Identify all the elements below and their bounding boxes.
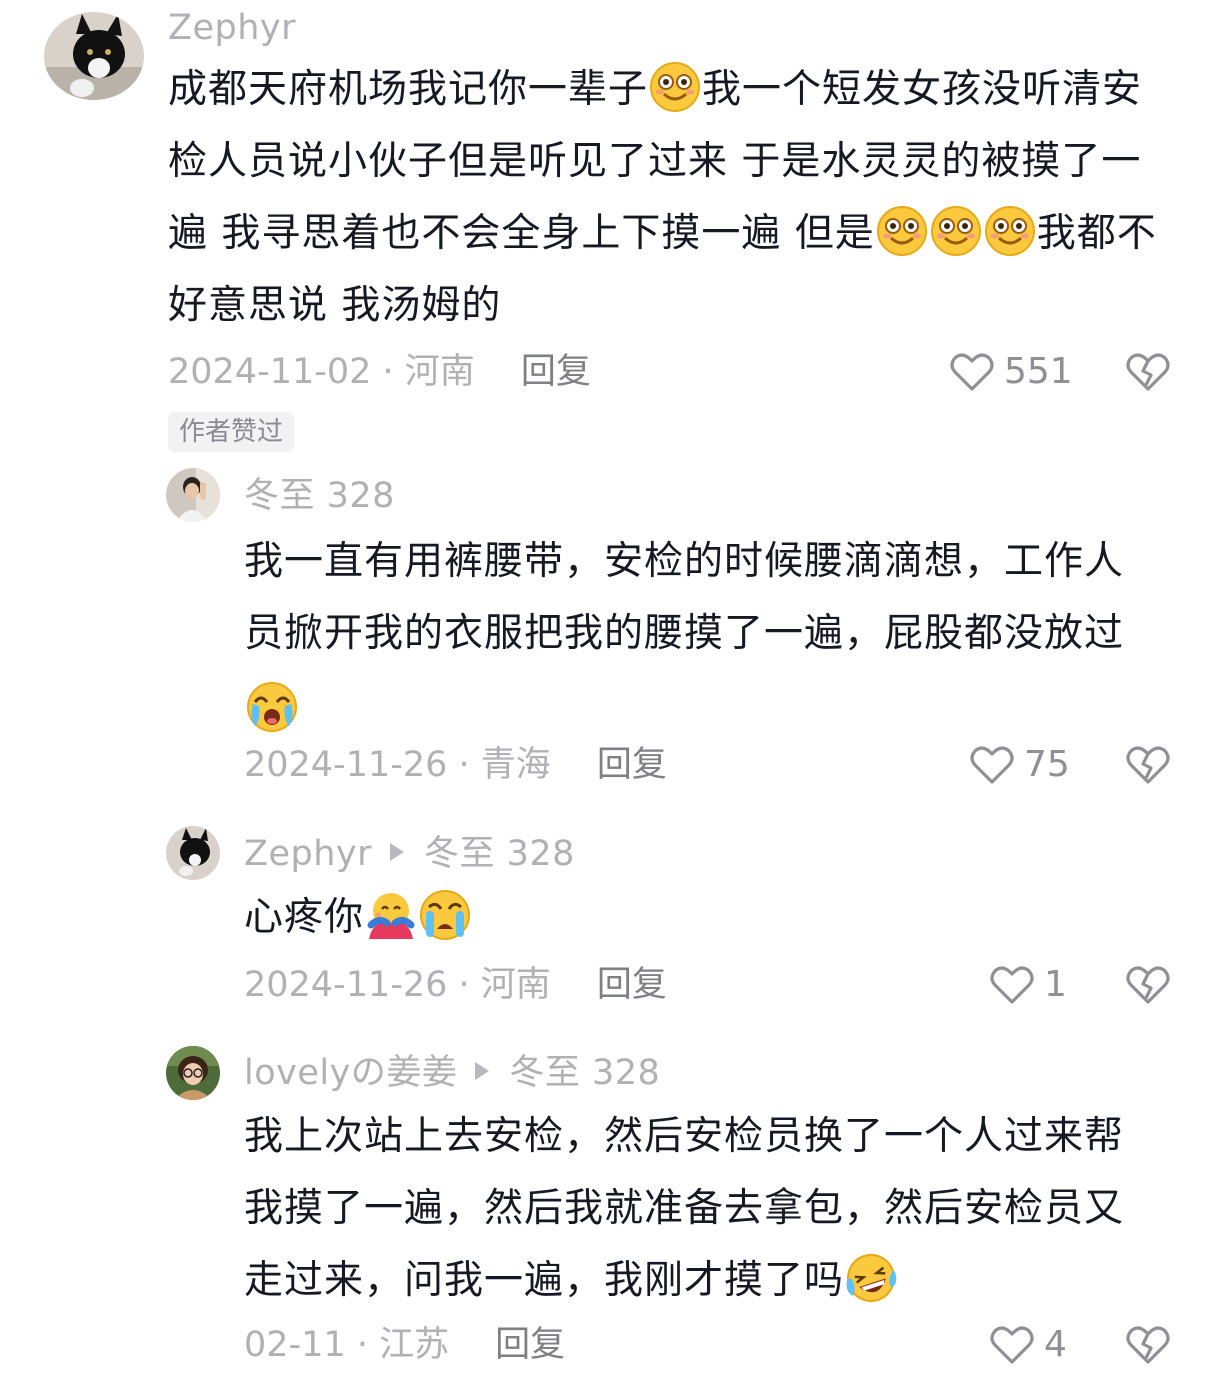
reply-text: 心疼你 (244, 882, 1154, 954)
smile-emoji-icon (930, 205, 982, 257)
broken-heart-icon (1126, 966, 1170, 1004)
reply-meta: 02-11 · 江苏 回复 (244, 1325, 566, 1365)
reply-text: 我上次站上去安检，然后安检员换了一个人过来帮我摸了一遍，然后我就准备去拿包，然后… (244, 1101, 1159, 1317)
smile-emoji-icon (876, 205, 928, 257)
reply-button[interactable]: 回复 (495, 1325, 565, 1365)
smile-emoji-icon (649, 61, 701, 113)
dislike-button[interactable] (1126, 352, 1170, 396)
reply-to-arrow-icon (475, 1062, 490, 1080)
crying-emoji-icon (245, 680, 297, 732)
hug-emoji-icon (365, 889, 417, 941)
like-button[interactable]: 4 (990, 1323, 1067, 1367)
reply-date: 2024-11-26 (244, 745, 448, 785)
reply-to-username[interactable]: 冬至 328 (424, 834, 575, 874)
avatar[interactable] (44, 12, 144, 100)
like-count: 551 (1004, 351, 1073, 392)
heart-icon (990, 966, 1034, 1004)
like-count: 4 (1044, 1324, 1067, 1365)
dislike-button[interactable] (1126, 965, 1170, 1009)
comment-location: 河南 (404, 352, 475, 392)
broken-heart-icon (1126, 746, 1170, 784)
avatar[interactable] (166, 826, 220, 880)
avatar[interactable] (166, 468, 220, 522)
heart-icon (950, 353, 994, 391)
like-button[interactable]: 551 (950, 350, 1073, 394)
reply-location: 青海 (480, 745, 551, 785)
reply-text: 我一直有用裤腰带，安检的时候腰滴滴想，工作人员掀开我的衣服把我的腰摸了一遍，屁股… (244, 526, 1154, 742)
reply-header: Zephyr 冬至 328 (244, 832, 575, 876)
broken-heart-icon (1126, 353, 1170, 391)
username[interactable]: Zephyr (244, 834, 372, 874)
reply-header: lovelyの姜姜 冬至 328 (244, 1051, 660, 1095)
smile-emoji-icon (984, 205, 1036, 257)
comment-meta: 2024-11-02 · 河南 回复 (168, 352, 591, 392)
heart-icon (970, 746, 1014, 784)
username[interactable]: lovelyの姜姜 (244, 1053, 457, 1093)
like-button[interactable]: 1 (990, 963, 1067, 1007)
reply-date: 2024-11-26 (244, 965, 448, 1005)
dislike-button[interactable] (1126, 745, 1170, 789)
username[interactable]: 冬至 328 (244, 474, 395, 518)
reply-location: 河南 (480, 965, 551, 1005)
like-count: 1 (1044, 964, 1067, 1005)
username[interactable]: Zephyr (168, 6, 296, 50)
reply-button[interactable]: 回复 (521, 352, 591, 392)
dislike-button[interactable] (1126, 1325, 1170, 1369)
reply-meta: 2024-11-26 · 河南 回复 (244, 965, 667, 1005)
reply-button[interactable]: 回复 (597, 745, 667, 785)
heart-icon (990, 1326, 1034, 1364)
broken-heart-icon (1126, 1326, 1170, 1364)
comment-date: 2024-11-02 (168, 352, 372, 392)
avatar[interactable] (166, 1046, 220, 1100)
like-button[interactable]: 75 (970, 743, 1070, 787)
laugh-cry-emoji-icon (845, 1252, 897, 1304)
reply-button[interactable]: 回复 (597, 965, 667, 1005)
author-liked-badge: 作者赞过 (168, 412, 295, 452)
like-count: 75 (1024, 744, 1070, 785)
reply-meta: 2024-11-26 · 青海 回复 (244, 745, 667, 785)
comment-text: 成都天府机场我记你一辈子 我一个短发女孩没听清安检人员说小伙子但是听见了过来 于是… (168, 54, 1178, 342)
reply-to-username[interactable]: 冬至 328 (509, 1053, 660, 1093)
reply-date: 02-11 (244, 1325, 346, 1365)
reply-location: 江苏 (379, 1325, 450, 1365)
reply-to-arrow-icon (390, 843, 405, 861)
sob-emoji-icon (419, 889, 471, 941)
